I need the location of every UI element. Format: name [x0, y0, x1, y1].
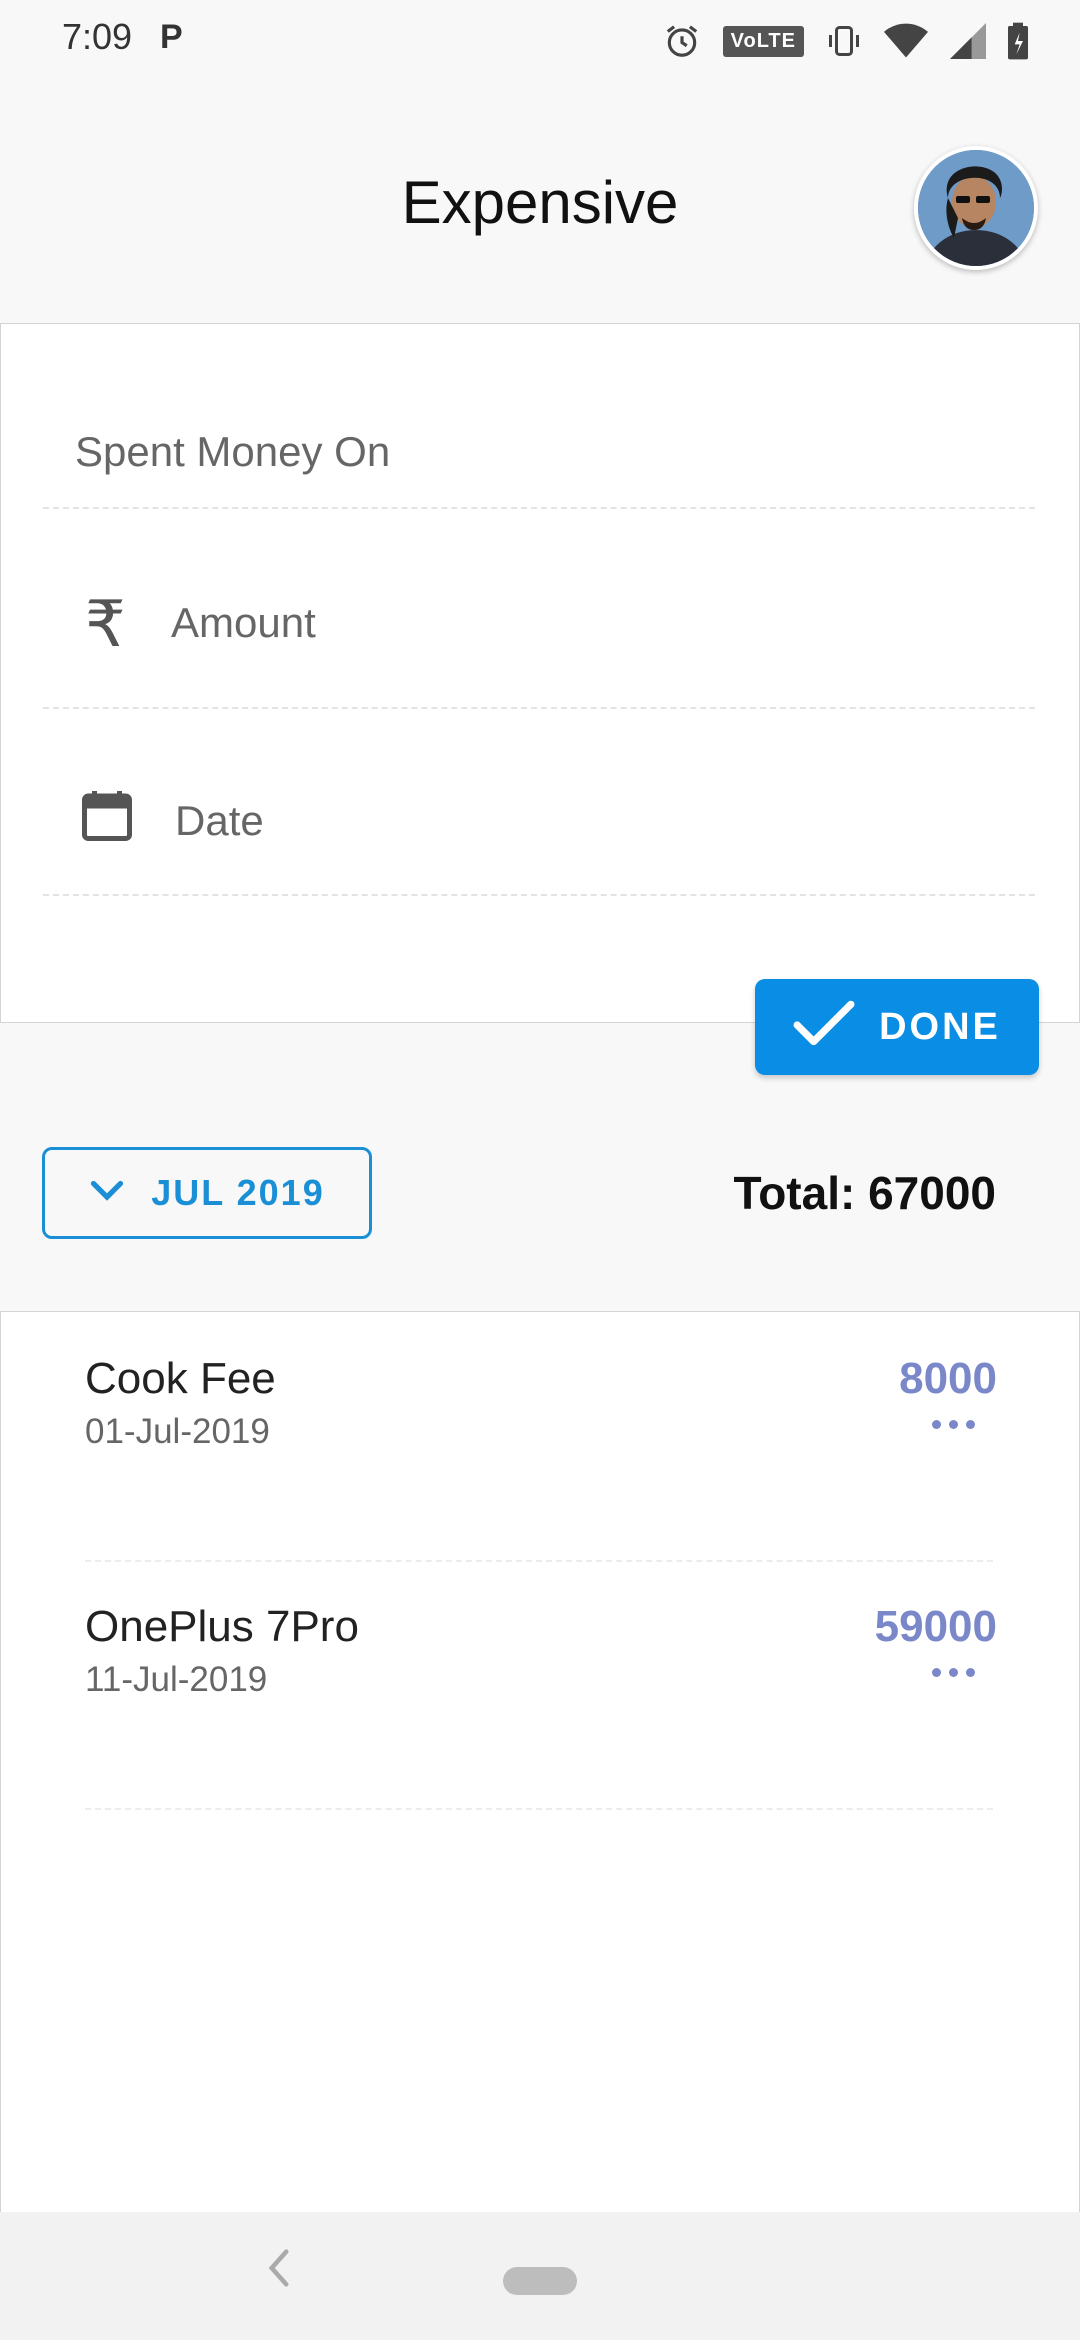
vibrate-icon [826, 22, 862, 60]
spent-on-field[interactable]: Spent Money On [43, 324, 1035, 509]
status-icons: VoLTE [663, 18, 1028, 64]
volte-badge: VoLTE [722, 25, 804, 57]
calendar-icon [77, 785, 137, 852]
expense-list: Cook Fee 01-Jul-2019 8000 OnePlus 7Pro 1… [0, 1311, 1080, 2213]
check-icon [793, 1000, 855, 1055]
alarm-icon [663, 22, 701, 60]
avatar[interactable] [914, 146, 1038, 270]
signal-icon [950, 22, 986, 60]
amount-field[interactable]: ₹ Amount [43, 507, 1035, 709]
done-label: DONE [879, 1005, 1001, 1048]
spent-on-placeholder: Spent Money On [75, 428, 391, 475]
expense-amount: 59000 [874, 1602, 997, 1651]
date-field[interactable]: Date [43, 707, 1035, 896]
expense-date: 01-Jul-2019 [85, 1412, 270, 1451]
status-time: 7:09 [62, 16, 133, 57]
rupee-icon: ₹ [85, 588, 126, 660]
list-item[interactable]: OnePlus 7Pro 11-Jul-2019 59000 [85, 1560, 997, 1810]
notification-p-icon: P [160, 18, 183, 56]
month-selector-button[interactable]: JUL 2019 [42, 1147, 372, 1239]
home-pill[interactable] [503, 2267, 577, 2295]
back-icon[interactable] [268, 2248, 290, 2299]
expense-name: Cook Fee [85, 1354, 276, 1403]
done-button[interactable]: DONE [755, 979, 1039, 1075]
total-amount: Total: 67000 [733, 1167, 996, 1219]
expense-name: OnePlus 7Pro [85, 1602, 359, 1651]
more-options-icon[interactable] [932, 1668, 975, 1677]
avatar-image [918, 150, 1034, 266]
expense-date: 11-Jul-2019 [85, 1660, 268, 1699]
wifi-icon [884, 22, 928, 60]
more-options-icon[interactable] [932, 1420, 975, 1429]
expense-form: Spent Money On ₹ Amount Date [0, 323, 1080, 1023]
chevron-down-icon [89, 1179, 125, 1208]
amount-placeholder: Amount [171, 599, 316, 646]
navigation-bar [0, 2212, 1080, 2340]
month-label: JUL 2019 [151, 1172, 325, 1213]
status-bar: 7:09 P VoLTE [0, 0, 1080, 80]
expense-amount: 8000 [899, 1354, 997, 1403]
date-placeholder: Date [175, 797, 264, 844]
list-item[interactable]: Cook Fee 01-Jul-2019 8000 [85, 1312, 997, 1562]
battery-icon [1008, 22, 1028, 60]
